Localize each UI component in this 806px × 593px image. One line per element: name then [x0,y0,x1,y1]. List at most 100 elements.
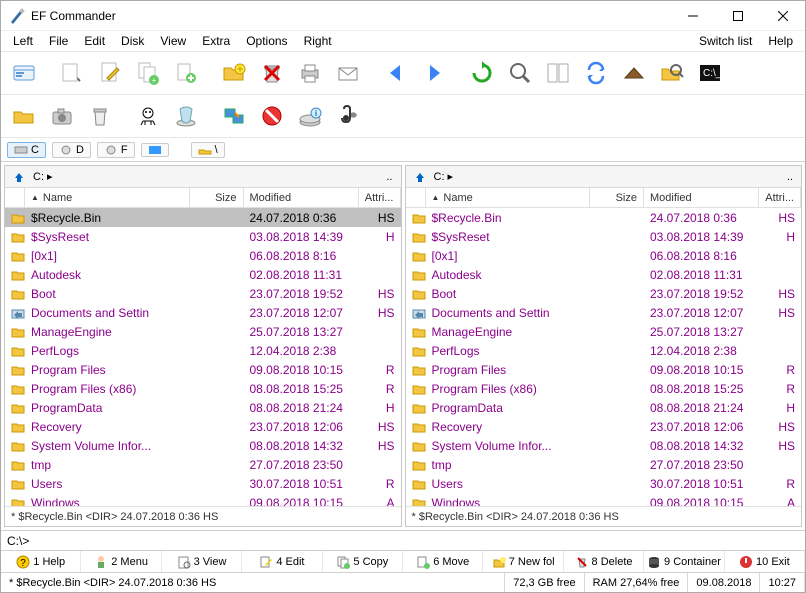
fn-container[interactable]: 9 Container [644,551,724,572]
file-row[interactable]: Recovery23.07.2018 12:06HS [5,417,401,436]
file-row[interactable]: ManageEngine25.07.2018 13:27 [406,322,802,341]
btn-info[interactable]: i [293,99,327,133]
right-col-modified[interactable]: Modified [644,188,759,207]
btn-forward[interactable] [417,56,451,90]
maximize-button[interactable] [715,1,760,30]
menu-right[interactable]: Right [296,32,340,50]
btn-mail[interactable] [331,56,365,90]
fn-exit[interactable]: 10 Exit [725,551,805,572]
left-history-button[interactable]: .. [382,171,396,183]
btn-sync[interactable] [579,56,613,90]
file-row[interactable]: Autodesk02.08.2018 11:31 [406,265,802,284]
fn-help[interactable]: ?1 Help [1,551,81,572]
file-row[interactable]: Windows09.08.2018 10:15A [406,493,802,506]
left-col-size[interactable]: Size [190,188,244,207]
right-col-attr[interactable]: Attri... [759,188,801,207]
file-row[interactable]: PerfLogs12.04.2018 2:38 [406,341,802,360]
menu-file[interactable]: File [41,32,76,50]
file-row[interactable]: Autodesk02.08.2018 11:31 [5,265,401,284]
btn-network-share[interactable] [217,99,251,133]
file-row[interactable]: Recovery23.07.2018 12:06HS [406,417,802,436]
left-file-list[interactable]: $Recycle.Bin24.07.2018 0:36HS$SysReset03… [5,208,401,506]
file-row[interactable]: ProgramData08.08.2018 21:24H [406,398,802,417]
fn-move[interactable]: 6 Move [403,551,483,572]
btn-new-folder[interactable] [217,56,251,90]
btn-pack[interactable] [617,56,651,90]
btn-refresh[interactable] [465,56,499,90]
file-row[interactable]: PerfLogs12.04.2018 2:38 [5,341,401,360]
close-button[interactable] [760,1,805,30]
file-row[interactable]: $SysReset03.08.2018 14:39H [5,227,401,246]
file-row[interactable]: tmp27.07.2018 23:50 [5,455,401,474]
minimize-button[interactable] [670,1,715,30]
menu-left[interactable]: Left [5,32,41,50]
file-row[interactable]: Windows09.08.2018 10:15A [5,493,401,506]
file-row[interactable]: Program Files (x86)08.08.2018 15:25R [5,379,401,398]
command-line[interactable]: C:\> [1,530,805,550]
btn-edit[interactable] [93,56,127,90]
btn-antivirus[interactable] [131,99,165,133]
right-file-list[interactable]: $Recycle.Bin24.07.2018 0:36HS$SysReset03… [406,208,802,506]
file-row[interactable]: ProgramData08.08.2018 21:24H [5,398,401,417]
fn-view[interactable]: 3 View [162,551,242,572]
file-row[interactable]: Program Files (x86)08.08.2018 15:25R [406,379,802,398]
fn-newfolder[interactable]: 7 New fol [483,551,563,572]
left-path[interactable]: C: ▸ [33,170,378,183]
btn-camera[interactable] [45,99,79,133]
file-row[interactable]: Boot23.07.2018 19:52HS [406,284,802,303]
file-row[interactable]: $Recycle.Bin24.07.2018 0:36HS [406,208,802,227]
btn-explorer[interactable] [7,99,41,133]
right-up-button[interactable] [410,171,430,183]
btn-compare[interactable] [541,56,575,90]
right-col-size[interactable]: Size [590,188,644,207]
fn-edit[interactable]: 4 Edit [242,551,322,572]
drive-c[interactable]: C [7,142,46,158]
btn-console[interactable]: C:\_ [693,56,727,90]
btn-delete[interactable] [255,56,289,90]
file-row[interactable]: Documents and Settin23.07.2018 12:07HS [406,303,802,322]
file-row[interactable]: $Recycle.Bin24.07.2018 0:36HS [5,208,401,227]
drive-desktop[interactable] [141,143,169,157]
file-row[interactable]: Users30.07.2018 10:51R [406,474,802,493]
menu-view[interactable]: View [152,32,194,50]
btn-recycle[interactable] [83,99,117,133]
right-path[interactable]: C: ▸ [434,170,779,183]
left-up-button[interactable] [9,171,29,183]
btn-disconnect[interactable] [255,99,289,133]
btn-properties[interactable] [7,56,41,90]
menu-help[interactable]: Help [760,32,801,50]
menu-options[interactable]: Options [238,32,295,50]
drive-network[interactable]: \ [191,142,225,158]
fn-delete[interactable]: 8 Delete [564,551,644,572]
left-col-attr[interactable]: Attri... [359,188,401,207]
btn-print[interactable] [293,56,327,90]
right-history-button[interactable]: .. [783,171,797,183]
file-row[interactable]: Program Files09.08.2018 10:15R [406,360,802,379]
file-row[interactable]: [0x1]06.08.2018 8:16 [5,246,401,265]
menu-edit[interactable]: Edit [76,32,113,50]
btn-move[interactable] [169,56,203,90]
btn-search[interactable] [503,56,537,90]
menu-extra[interactable]: Extra [194,32,238,50]
btn-view[interactable] [55,56,89,90]
btn-back[interactable] [379,56,413,90]
file-row[interactable]: System Volume Infor...08.08.2018 14:32HS [406,436,802,455]
drive-f[interactable]: F [97,142,135,158]
drive-d[interactable]: D [52,142,91,158]
file-row[interactable]: ManageEngine25.07.2018 13:27 [5,322,401,341]
menu-disk[interactable]: Disk [113,32,152,50]
file-row[interactable]: System Volume Infor...08.08.2018 14:32HS [5,436,401,455]
btn-find-files[interactable] [655,56,689,90]
left-col-name[interactable]: ▲Name [25,188,190,207]
btn-wipe[interactable] [169,99,203,133]
file-row[interactable]: $SysReset03.08.2018 14:39H [406,227,802,246]
btn-copy[interactable]: + [131,56,165,90]
fn-menu[interactable]: 2 Menu [81,551,161,572]
btn-media[interactable] [331,99,365,133]
file-row[interactable]: Documents and Settin23.07.2018 12:07HS [5,303,401,322]
file-row[interactable]: Boot23.07.2018 19:52HS [5,284,401,303]
menu-switch-list[interactable]: Switch list [691,32,760,50]
left-col-modified[interactable]: Modified [244,188,359,207]
file-row[interactable]: tmp27.07.2018 23:50 [406,455,802,474]
fn-copy[interactable]: 5 Copy [323,551,403,572]
